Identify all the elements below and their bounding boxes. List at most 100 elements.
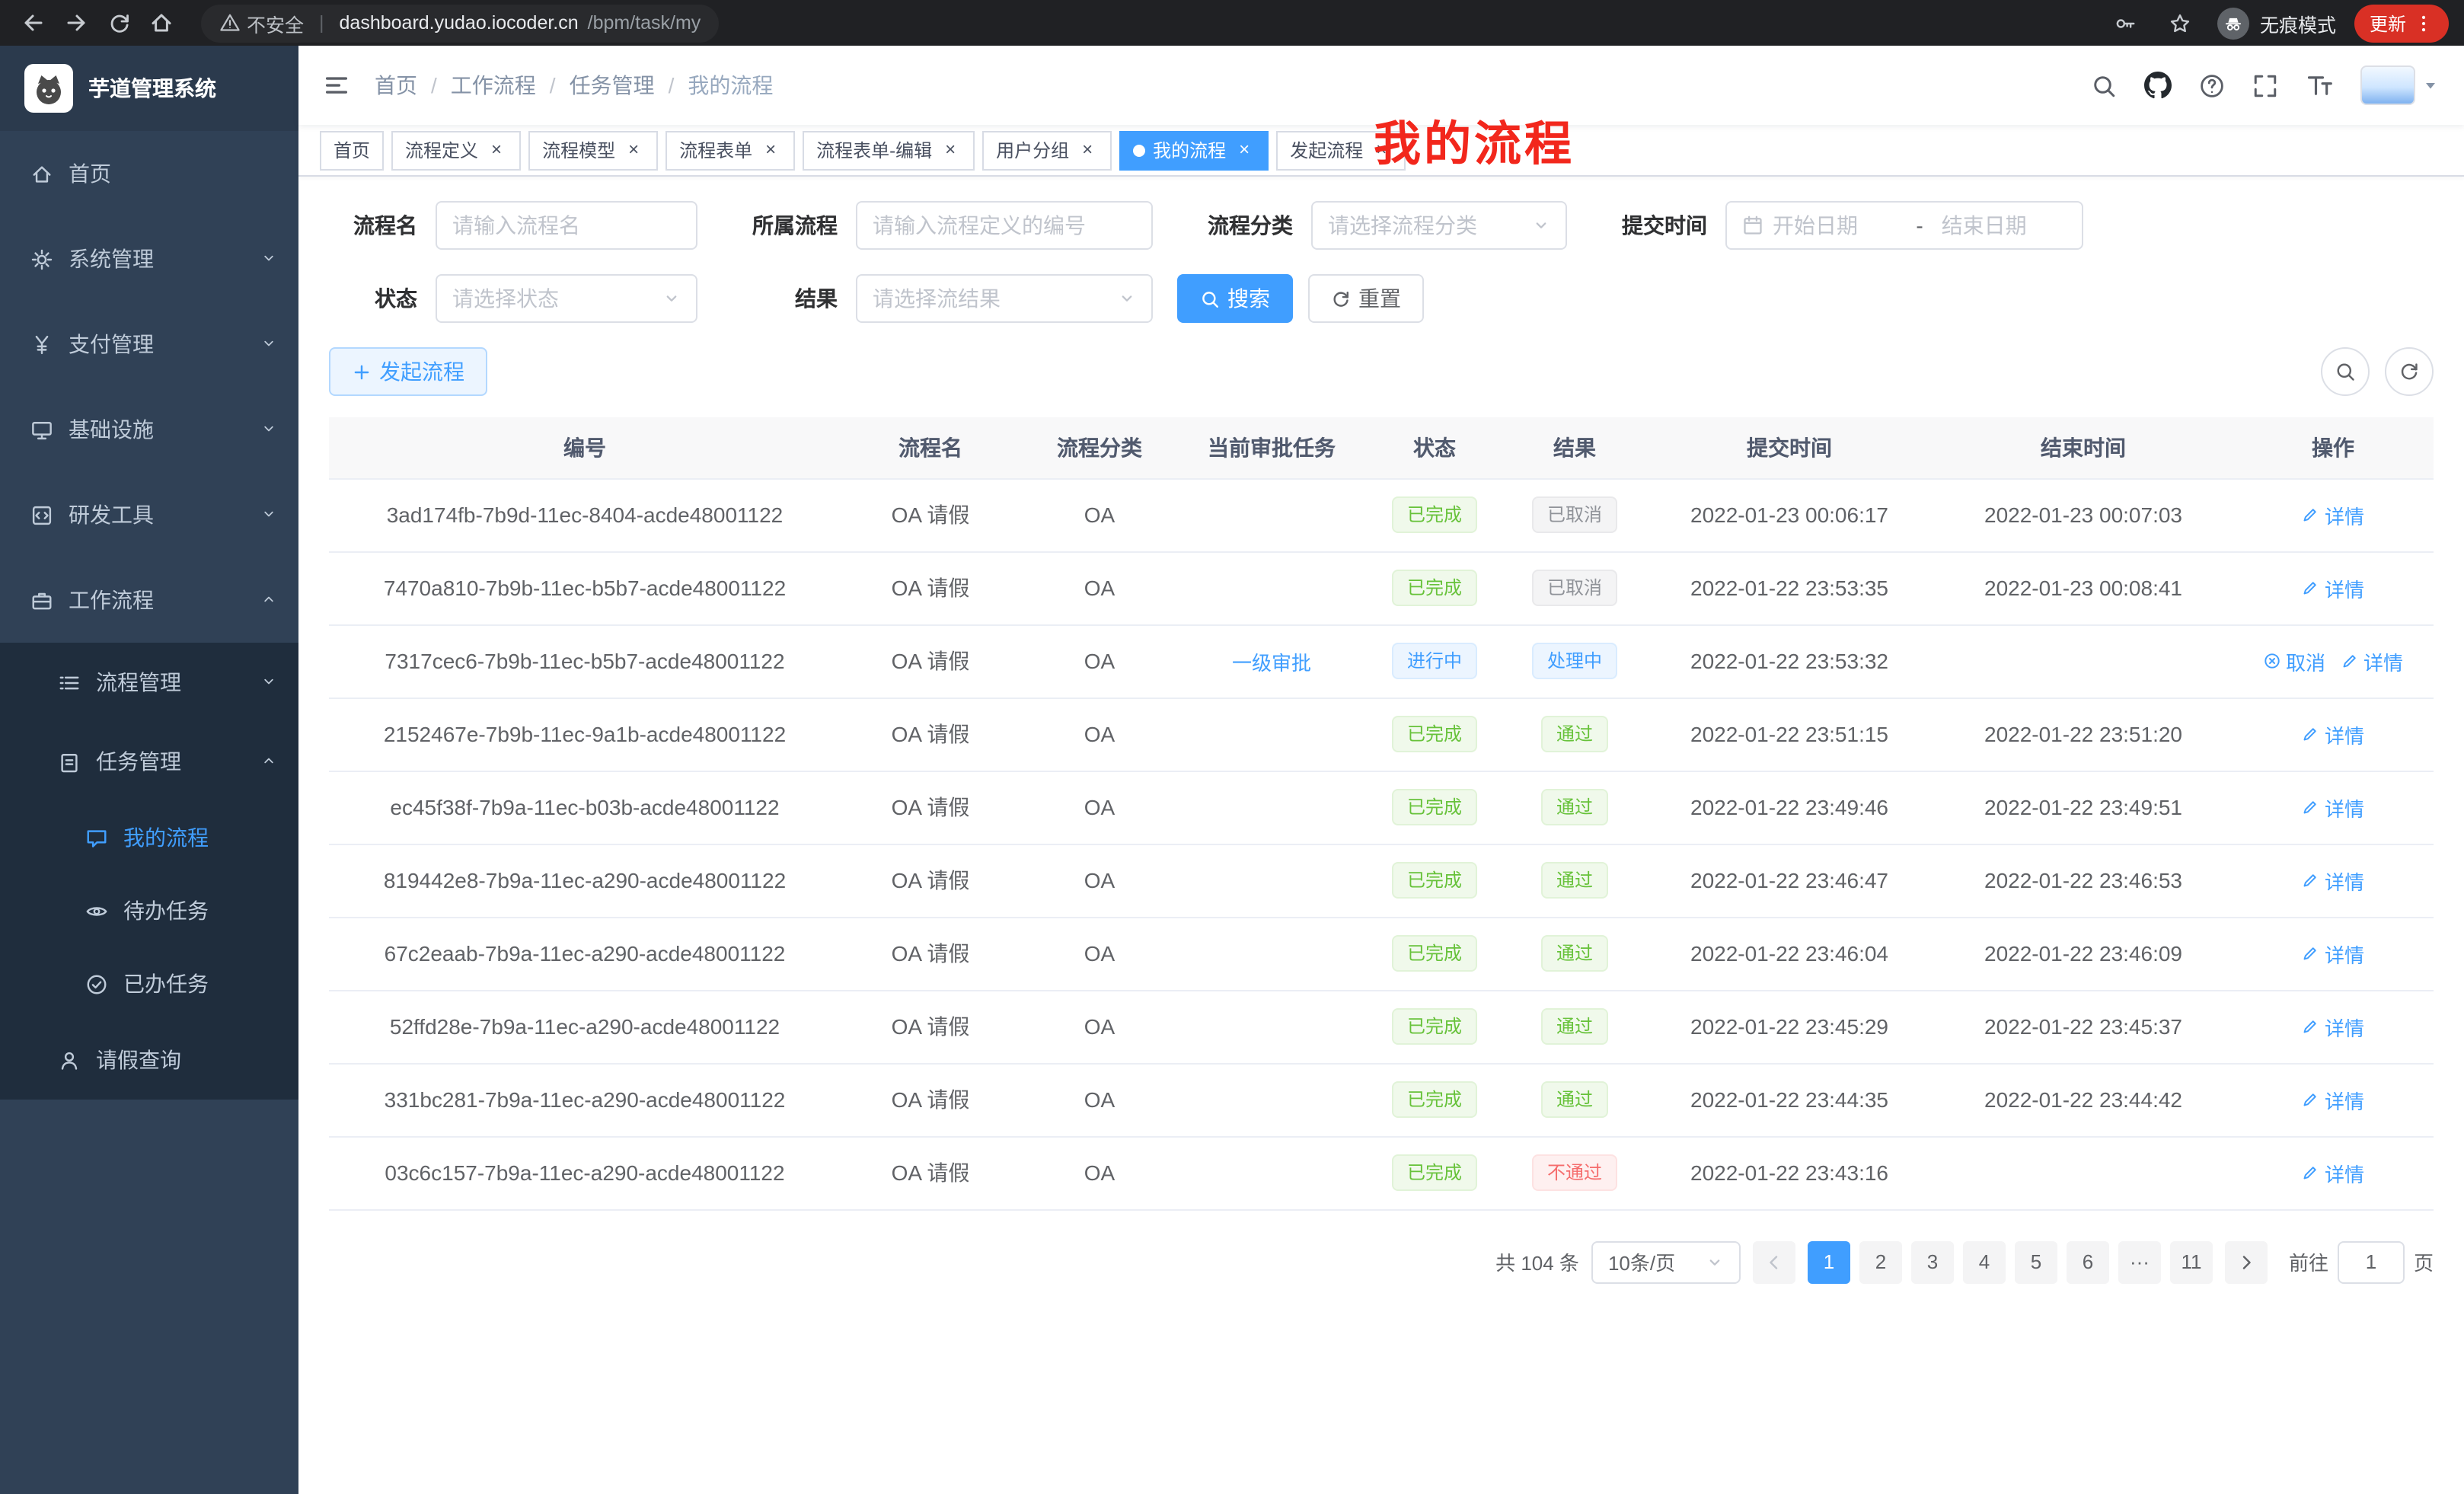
page-button-1[interactable]: 1	[1808, 1240, 1850, 1283]
detail-link[interactable]: 详情	[2302, 866, 2364, 895]
breadcrumb-item[interactable]: 首页	[375, 70, 417, 101]
close-tab-icon[interactable]: ×	[486, 139, 507, 161]
table-row: 331bc281-7b9a-11ec-a290-acde48001122OA 请…	[329, 1063, 2434, 1136]
navbar-actions	[2091, 65, 2440, 105]
refresh-table-button[interactable]	[2385, 347, 2434, 396]
browser-home-button[interactable]	[143, 5, 180, 41]
app-logo[interactable]: 芋道管理系统	[0, 46, 298, 131]
cancel-link[interactable]: 取消	[2263, 646, 2325, 675]
result-select[interactable]: 请选择流结果	[856, 274, 1153, 323]
next-page-button[interactable]	[2225, 1240, 2268, 1283]
breadcrumb-item[interactable]: 工作流程	[451, 70, 536, 101]
sidebar-item-done-tasks[interactable]: 已办任务	[0, 947, 298, 1020]
detail-link[interactable]: 详情	[2302, 1012, 2364, 1041]
browser-back-button[interactable]	[15, 5, 52, 41]
detail-link[interactable]: 详情	[2341, 646, 2403, 675]
detail-link[interactable]: 详情	[2302, 573, 2364, 602]
close-tab-icon[interactable]: ×	[623, 139, 644, 161]
user-avatar[interactable]	[2360, 65, 2440, 105]
tab-1[interactable]: 流程定义×	[391, 130, 521, 170]
cell-id: 52ffd28e-7b9a-11ec-a290-acde48001122	[329, 990, 841, 1063]
address-bar[interactable]: 不安全 | dashboard.yudao.iocoder.cn/bpm/tas…	[201, 4, 719, 42]
status-tag: 已完成	[1392, 789, 1477, 825]
page-button-11[interactable]: 11	[2170, 1240, 2213, 1283]
hamburger-icon[interactable]	[323, 72, 350, 99]
detail-link[interactable]: 详情	[2302, 1158, 2364, 1187]
tab-6[interactable]: 我的流程×	[1119, 130, 1269, 170]
search-button[interactable]: 搜索	[1177, 274, 1293, 323]
bookmark-star-icon[interactable]	[2162, 5, 2199, 41]
date-range-picker[interactable]: 开始日期 - 结束日期	[1725, 201, 2083, 250]
pager-ellipsis[interactable]: ···	[2118, 1240, 2161, 1283]
font-size-icon[interactable]	[2306, 72, 2333, 99]
status-select[interactable]: 请选择状态	[436, 274, 697, 323]
page-size-select[interactable]: 10条/页	[1591, 1240, 1741, 1283]
tab-label: 流程模型	[542, 137, 615, 163]
task-link[interactable]: 一级审批	[1232, 646, 1311, 675]
sidebar-item-task-mgmt[interactable]: 任务管理	[0, 722, 298, 801]
page-button-2[interactable]: 2	[1859, 1240, 1902, 1283]
sidebar-item-my-process[interactable]: 我的流程	[0, 801, 298, 874]
chevron-down-icon	[260, 332, 277, 356]
detail-link[interactable]: 详情	[2302, 793, 2364, 822]
breadcrumb-item[interactable]: 任务管理	[570, 70, 655, 101]
sidebar-item-devtools[interactable]: 研发工具	[0, 472, 298, 557]
category-select[interactable]: 请选择流程分类	[1311, 201, 1567, 250]
incognito-indicator[interactable]: 无痕模式	[2217, 7, 2336, 39]
reset-button[interactable]: 重置	[1308, 274, 1424, 323]
close-tab-icon[interactable]: ×	[1077, 139, 1098, 161]
detail-link[interactable]: 详情	[2302, 500, 2364, 529]
security-warning[interactable]: 不安全	[219, 8, 304, 37]
tab-5[interactable]: 用户分组×	[982, 130, 1112, 170]
detail-link[interactable]: 详情	[2302, 720, 2364, 749]
page-button-5[interactable]: 5	[2015, 1240, 2057, 1283]
github-icon[interactable]	[2144, 72, 2172, 99]
cell-category: OA	[1020, 1063, 1179, 1136]
search-icon	[1200, 289, 1220, 308]
sidebar-item-infrastructure[interactable]: 基础设施	[0, 387, 298, 472]
cell-end-time: 2022-01-22 23:46:09	[1934, 917, 2233, 990]
help-icon[interactable]	[2199, 72, 2225, 98]
close-tab-icon[interactable]: ×	[1234, 139, 1255, 161]
tab-0[interactable]: 首页	[320, 130, 384, 170]
close-tab-icon[interactable]: ×	[940, 139, 961, 161]
cell-result: 通过	[1505, 990, 1645, 1063]
fullscreen-icon[interactable]	[2252, 72, 2278, 98]
owner-process-input[interactable]	[873, 213, 1136, 238]
browser-forward-button[interactable]	[58, 5, 94, 41]
pagination: 共 104 条 10条/页 123456···11	[329, 1240, 2434, 1283]
page-button-4[interactable]: 4	[1963, 1240, 2006, 1283]
tab-3[interactable]: 流程表单×	[665, 130, 795, 170]
prev-page-button[interactable]	[1753, 1240, 1795, 1283]
tab-4[interactable]: 流程表单-编辑×	[803, 130, 975, 170]
sidebar-item-home[interactable]: 首页	[0, 131, 298, 216]
close-tab-icon[interactable]: ×	[760, 139, 781, 161]
detail-link[interactable]: 详情	[2302, 939, 2364, 968]
cell-current-task	[1179, 771, 1364, 844]
goto-label: 前往	[2289, 1247, 2328, 1276]
sidebar-item-leave-query[interactable]: 请假查询	[0, 1020, 298, 1100]
page-content: 流程名 所属流程 流程分类 请选择流程分类	[298, 177, 2464, 1494]
chevron-down-icon	[260, 247, 277, 271]
toggle-search-button[interactable]	[2321, 347, 2370, 396]
tab-2[interactable]: 流程模型 ×	[528, 130, 658, 170]
sidebar-item-process-mgmt[interactable]: 流程管理	[0, 643, 298, 722]
cell-status: 已完成	[1364, 698, 1505, 771]
browser-reload-button[interactable]	[101, 5, 137, 41]
search-icon[interactable]	[2091, 72, 2117, 98]
cell-status: 已完成	[1364, 917, 1505, 990]
sidebar-item-payment[interactable]: 支付管理	[0, 302, 298, 387]
detail-link[interactable]: 详情	[2302, 1085, 2364, 1114]
browser-update-button[interactable]: 更新	[2354, 4, 2449, 42]
cell-result: 通过	[1505, 917, 1645, 990]
cell-id: 7470a810-7b9b-11ec-b5b7-acde48001122	[329, 551, 841, 624]
page-button-3[interactable]: 3	[1911, 1240, 1954, 1283]
sidebar-item-workflow[interactable]: 工作流程	[0, 557, 298, 643]
create-process-button[interactable]: 发起流程	[329, 347, 487, 396]
sidebar-item-system[interactable]: 系统管理	[0, 216, 298, 302]
goto-input[interactable]	[2338, 1240, 2405, 1283]
password-key-icon[interactable]	[2108, 5, 2144, 41]
sidebar-item-todo-tasks[interactable]: 待办任务	[0, 874, 298, 947]
process-name-input[interactable]	[452, 213, 681, 238]
page-button-6[interactable]: 6	[2067, 1240, 2109, 1283]
